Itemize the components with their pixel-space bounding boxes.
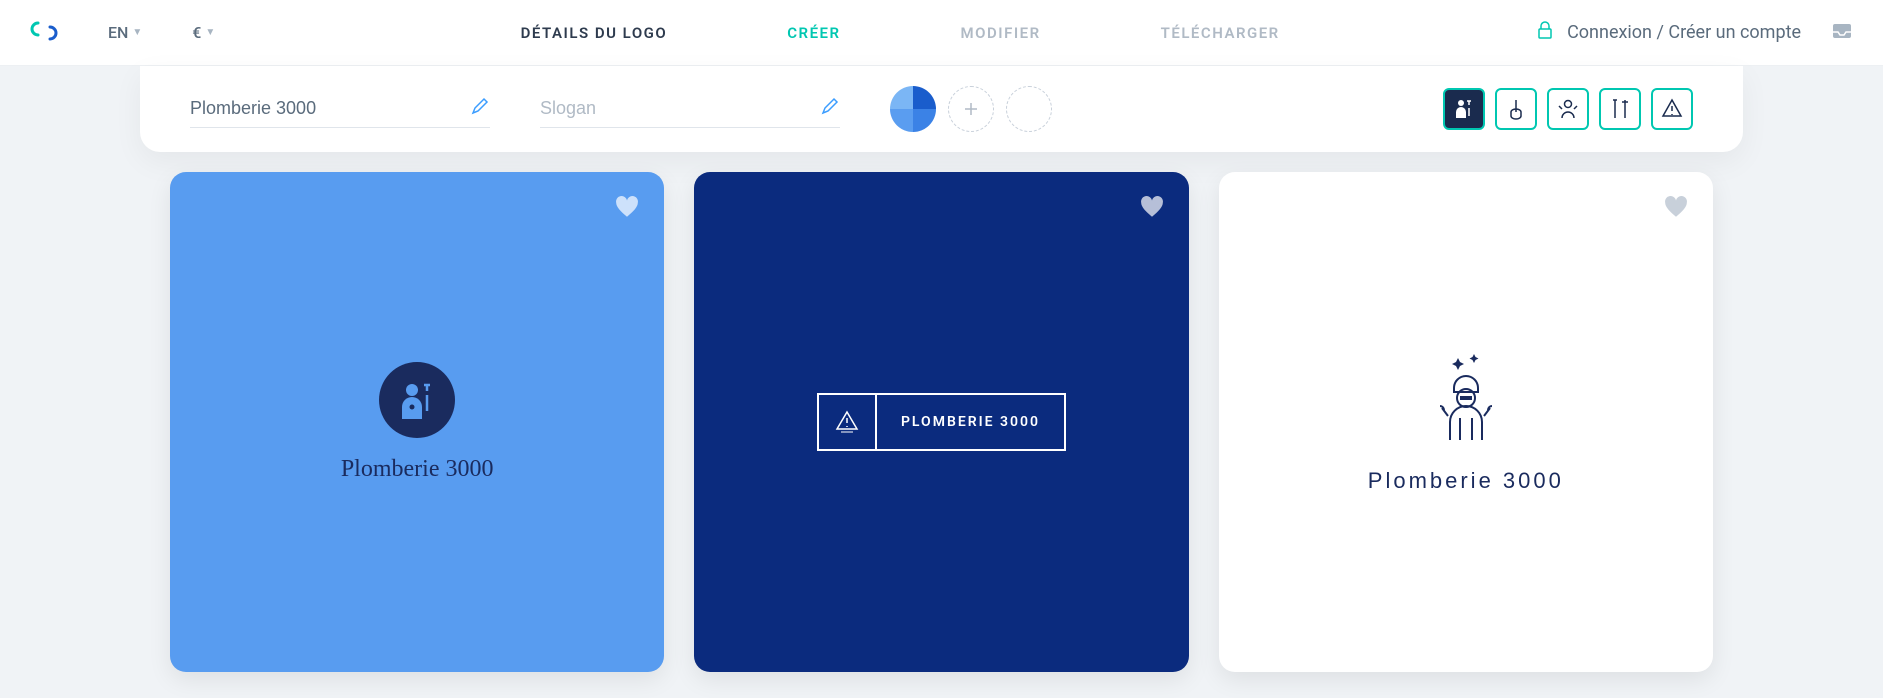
currency-selector[interactable]: € ▼ — [192, 23, 215, 42]
company-name-input[interactable] — [190, 90, 490, 128]
inbox-icon[interactable] — [1831, 20, 1853, 46]
add-color-button[interactable] — [948, 86, 994, 132]
pencil-icon[interactable] — [470, 96, 490, 120]
slogan-input[interactable] — [540, 90, 840, 128]
login-link[interactable]: Connexion / Créer un compte — [1535, 20, 1801, 45]
pencil-icon[interactable] — [820, 96, 840, 120]
favorite-button[interactable] — [1663, 194, 1689, 224]
color-swatch-blue[interactable] — [890, 86, 936, 132]
nav: DÉTAILS DU LOGO CRÉER MODIFIER TÉLÉCHARG… — [265, 24, 1535, 42]
language-selector[interactable]: EN ▼ — [108, 23, 142, 42]
slogan-field — [540, 90, 840, 128]
warning-icon — [819, 395, 877, 449]
currency-label: € — [192, 23, 201, 42]
logo-gallery: Plomberie 3000 PLOMBERIE 3000 — [0, 152, 1883, 692]
header: EN ▼ € ▼ DÉTAILS DU LOGO CRÉER MODIFIER … — [0, 0, 1883, 66]
logo-title: Plomberie 3000 — [1368, 468, 1564, 494]
chevron-down-icon: ▼ — [205, 27, 215, 38]
nav-details[interactable]: DÉTAILS DU LOGO — [521, 24, 668, 42]
logo-card[interactable]: Plomberie 3000 — [170, 172, 664, 672]
nav-modify[interactable]: MODIFIER — [961, 24, 1041, 42]
language-label: EN — [108, 23, 128, 42]
icon-choice-warning[interactable] — [1651, 88, 1693, 130]
color-row — [890, 86, 1052, 132]
toolbar — [140, 66, 1743, 152]
favorite-button[interactable] — [614, 194, 640, 224]
chevron-down-icon: ▼ — [132, 27, 142, 38]
login-label: Connexion / Créer un compte — [1567, 22, 1801, 43]
logo-card[interactable]: Plomberie 3000 — [1219, 172, 1713, 672]
empty-color-slot[interactable] — [1006, 86, 1052, 132]
logo-frame: PLOMBERIE 3000 — [817, 393, 1066, 451]
icon-choice-plumber[interactable] — [1443, 88, 1485, 130]
favorite-button[interactable] — [1139, 194, 1165, 224]
plumber-icon — [379, 362, 455, 438]
nav-create[interactable]: CRÉER — [787, 24, 840, 42]
icon-choice-worker-wrench[interactable] — [1547, 88, 1589, 130]
logo-title: PLOMBERIE 3000 — [877, 395, 1064, 449]
logo-card[interactable]: PLOMBERIE 3000 — [694, 172, 1188, 672]
logo-title: Plomberie 3000 — [341, 456, 494, 483]
icon-choice-tools[interactable] — [1599, 88, 1641, 130]
nav-download[interactable]: TÉLÉCHARGER — [1161, 24, 1280, 42]
company-name-field — [190, 90, 490, 128]
header-right: Connexion / Créer un compte — [1535, 20, 1853, 46]
worker-sparkle-icon — [1430, 350, 1502, 450]
icon-choice-plunger[interactable] — [1495, 88, 1537, 130]
icon-row — [1443, 88, 1693, 130]
app-logo[interactable] — [30, 17, 58, 49]
lock-icon — [1535, 20, 1555, 45]
